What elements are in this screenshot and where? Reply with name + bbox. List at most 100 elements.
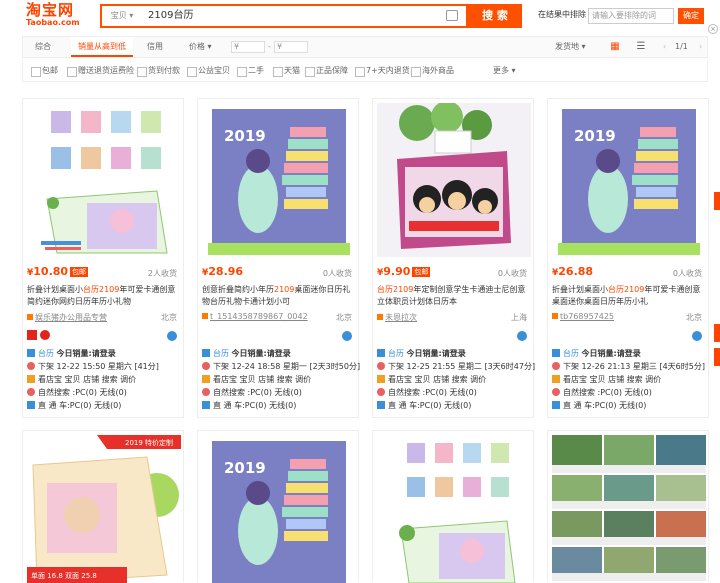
filter-secondhand[interactable]: 二手 [237, 65, 264, 77]
taobao-logo[interactable]: 淘宝网 Taobao.com [26, 3, 88, 29]
list-view-icon[interactable]: ☰ [633, 37, 649, 57]
filter-bar: 包邮 赠送退货运费险 货到付款 公益宝贝 二手 天猫 正品保障 7+天内退货 海… [22, 60, 708, 82]
filter-tmall[interactable]: 天猫 [273, 65, 300, 77]
shop-icon [552, 313, 558, 319]
search-icon [202, 388, 210, 396]
price-value: 28.96 [208, 265, 244, 278]
sort-price[interactable]: 价格 ▾ [189, 37, 212, 57]
title-highlight: 2109 [274, 285, 295, 294]
camera-icon[interactable] [446, 10, 458, 21]
product-card[interactable]: 2019 ¥26.88 0人收货 折叠计划桌面小台历2109年可爱卡通创意桌面迷… [547, 98, 709, 418]
price-value: 9.90 [383, 265, 411, 278]
sort-default[interactable]: 综合 [35, 37, 51, 57]
search-category-label: 宝贝 [110, 11, 127, 20]
exclude-input[interactable]: 请输入要排除的词 [588, 8, 674, 24]
today-sales[interactable]: 今日销量:请登录 [57, 349, 116, 358]
product-image[interactable] [377, 435, 531, 583]
product-price: ¥10.80 包邮 [27, 265, 89, 278]
competitor-tools[interactable]: 看店宝 宝贝 店铺 搜索 调价 [198, 373, 358, 386]
wangwang-icon[interactable] [692, 331, 702, 341]
price-line-text: 单面 16.8 双面 25.8 [31, 571, 97, 580]
plugin-title-text: 台历 [213, 349, 229, 358]
page-indicator: 1/1 [675, 42, 688, 51]
side-tab[interactable] [714, 192, 720, 210]
location: 北京 [161, 313, 177, 322]
title-part: 折叠计划桌面小 [552, 285, 608, 294]
buyer-count: 0人收货 [672, 269, 702, 278]
shop-link[interactable]: t_1514358789867_0042 [202, 312, 352, 321]
product-card[interactable]: 2019 特价定制 单面 16.8 双面 25.8 [22, 430, 184, 583]
competitor-tools[interactable]: 看店宝 宝贝 店铺 搜索 调价 [548, 373, 708, 386]
sort-credit[interactable]: 信用 [147, 37, 163, 57]
product-card[interactable]: 2019 ¥28.96 0人收货 创意折叠简约小年历2109桌面迷你日历礼物台历… [197, 98, 361, 418]
right-side-toolbar: × [706, 0, 720, 582]
filter-genuine[interactable]: 正品保障 [305, 65, 348, 77]
product-card[interactable] [372, 430, 534, 583]
tag-icon [552, 349, 560, 357]
wangwang-icon[interactable] [342, 331, 352, 341]
shop-link[interactable]: 未恩拉次 [377, 312, 527, 323]
wangwang-icon[interactable] [167, 331, 177, 341]
filter-7day-return[interactable]: 7+天内退货 [355, 65, 410, 77]
car-icon [377, 401, 385, 409]
car-icon [202, 401, 210, 409]
product-title[interactable]: 创意折叠简约小年历2109桌面迷你日历礼物台历礼物卡通计划小可 [202, 284, 356, 308]
buyer-count: 2人收货 [147, 269, 177, 278]
shop-icon [202, 313, 208, 319]
filter-overseas[interactable]: 海外商品 [411, 65, 454, 77]
natural-text: 自然搜索 :PC(0) 无线(0) [38, 388, 127, 397]
plugin-info: 台历 今日销量:请登录 下架 12-26 21:13 星期三 [4天6时5分] … [548, 347, 708, 412]
product-image[interactable]: 2019 [202, 435, 356, 583]
filter-cod[interactable]: 货到付款 [137, 65, 180, 77]
product-image[interactable] [552, 435, 706, 583]
product-title[interactable]: 折叠计划桌面小台历2109年可爱卡通创意简约迷你网约日历年历小礼物 [27, 284, 181, 308]
prev-page-icon[interactable]: ‹ [663, 37, 666, 57]
calendar-year: 2019 [574, 127, 616, 145]
product-card[interactable]: ¥10.80 包邮 2人收货 折叠计划桌面小台历2109年可爱卡通创意简约迷你网约… [22, 98, 184, 418]
today-sales[interactable]: 今日销量:请登录 [232, 349, 291, 358]
product-card[interactable] [547, 430, 709, 583]
shop-link[interactable]: 娱乐猪办公用品专营 [27, 312, 177, 323]
next-page-icon[interactable]: › [699, 37, 702, 57]
ship-from-select[interactable]: 发货地 ▾ [555, 37, 586, 57]
today-sales[interactable]: 今日销量:请登录 [407, 349, 466, 358]
product-image[interactable] [27, 103, 181, 257]
product-price: ¥26.88 [552, 265, 594, 278]
calendar-year: 2019 [224, 459, 266, 477]
side-tab[interactable] [714, 324, 720, 342]
title-part: 折叠计划桌面小 [27, 285, 83, 294]
product-title[interactable]: 折叠计划桌面小台历2109年可爱卡通创意桌面迷你桌面日历年历小礼 [552, 284, 706, 308]
competitor-tools[interactable]: 看店宝 宝贝 店铺 搜索 调价 [23, 373, 183, 386]
shop-tool-icon [202, 375, 210, 383]
clock-icon [377, 362, 385, 370]
filter-free-shipping[interactable]: 包邮 [31, 65, 58, 77]
natural-search: 自然搜索 :PC(0) 无线(0) [23, 386, 183, 399]
product-card[interactable]: 2019 [197, 430, 359, 583]
product-image[interactable]: 2019 [552, 103, 706, 257]
confirm-button[interactable]: 确定 [678, 8, 704, 24]
grid-view-icon[interactable]: ▦ [607, 37, 623, 57]
filter-return-insurance[interactable]: 赠送退货运费险 [67, 65, 134, 77]
offline-text: 下架 12-24 18:58 星期一 [2天3时50分] [213, 362, 361, 371]
filter-more[interactable]: 更多 ▾ [493, 65, 516, 76]
search-input[interactable]: 2109台历 [148, 6, 438, 26]
sort-price-label: 价格 [189, 42, 205, 51]
wangwang-icon[interactable] [517, 331, 527, 341]
close-icon[interactable]: × [708, 24, 718, 34]
product-image[interactable]: 2019 [202, 103, 356, 257]
product-image[interactable] [377, 103, 531, 257]
sort-sales[interactable]: 销量从高到低 [71, 37, 133, 57]
side-tab[interactable] [714, 348, 720, 366]
price-to-input[interactable]: ¥ [274, 41, 308, 53]
product-card[interactable]: ¥9.90 包邮 0人收货 台历2109年定制创意学生卡通迪士尼创意立体职员计划体… [372, 98, 535, 418]
price-from-input[interactable]: ¥ [231, 41, 265, 53]
search-category-select[interactable]: 宝贝 ▾ [102, 6, 142, 26]
shop-link[interactable]: tb768957425 [552, 312, 702, 321]
product-title[interactable]: 台历2109年定制创意学生卡通迪士尼创意立体职员计划体日历本 [377, 284, 531, 308]
today-sales[interactable]: 今日销量:请登录 [582, 349, 641, 358]
filter-charity[interactable]: 公益宝贝 [187, 65, 230, 77]
competitor-tools[interactable]: 看店宝 宝贝 店铺 搜索 调价 [373, 373, 533, 386]
natural-search: 自然搜索 :PC(0) 无线(0) [373, 386, 533, 399]
product-image[interactable]: 2019 特价定制 单面 16.8 双面 25.8 [27, 435, 181, 583]
search-button[interactable]: 搜 索 [468, 4, 522, 28]
